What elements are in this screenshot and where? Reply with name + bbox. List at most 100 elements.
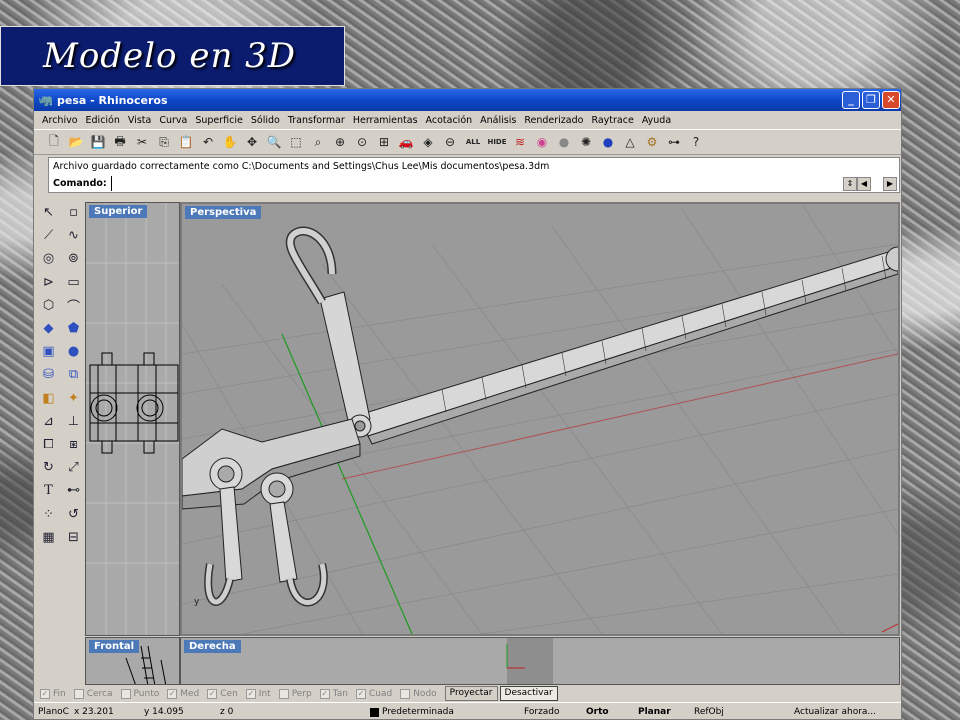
render-tool-icon[interactable]: ▦: [36, 526, 61, 549]
status-osnap-toggle[interactable]: RefObj: [694, 707, 724, 717]
viewport-label-perspective[interactable]: Perspectiva: [185, 206, 262, 219]
layers-icon[interactable]: ◈: [418, 132, 438, 152]
viewport-label-front[interactable]: Frontal: [89, 640, 140, 653]
hide-button[interactable]: HIDE: [486, 132, 508, 152]
zoom-selected-icon[interactable]: ⊕: [330, 132, 350, 152]
analyze-icon[interactable]: ↺: [61, 502, 86, 525]
menu-analisis[interactable]: Análisis: [476, 115, 520, 126]
osnap-cerca[interactable]: Cerca: [73, 688, 113, 699]
checkbox-icon[interactable]: [120, 688, 131, 699]
polygon-icon[interactable]: ⬡: [36, 294, 61, 317]
osnap-fin[interactable]: ✓ Fin: [40, 688, 66, 699]
select-arrow-icon[interactable]: ↖: [36, 201, 61, 224]
menu-transformar[interactable]: Transformar: [284, 115, 349, 126]
osnap-med[interactable]: ✓ Med: [167, 688, 199, 699]
cut-icon[interactable]: ✂: [132, 132, 152, 152]
point-icon[interactable]: ▫: [61, 201, 86, 224]
sphere-solid-icon[interactable]: ●: [61, 340, 86, 363]
osnap-perp[interactable]: Perp: [278, 688, 312, 699]
surface-icon[interactable]: ◆: [36, 317, 61, 340]
menu-renderizado[interactable]: Renderizado: [520, 115, 587, 126]
disable-osnap-button[interactable]: Desactivar: [499, 686, 558, 701]
menu-curva[interactable]: Curva: [155, 115, 191, 126]
help-button[interactable]: ?: [686, 132, 706, 152]
circle-icon[interactable]: ◎: [36, 247, 61, 270]
menu-archivo[interactable]: Archivo: [38, 115, 82, 126]
checkbox-icon[interactable]: ✓: [40, 688, 50, 699]
menu-acotacion[interactable]: Acotación: [422, 115, 477, 126]
group-icon[interactable]: ⧠: [36, 433, 61, 456]
layer-color-swatch[interactable]: [370, 708, 379, 717]
status-update-now[interactable]: Actualizar ahora...: [794, 707, 876, 717]
show-all-button[interactable]: ALL: [462, 132, 484, 152]
arc-icon[interactable]: ⊳: [36, 271, 61, 294]
checkbox-icon[interactable]: ✓: [319, 688, 330, 699]
menu-ayuda[interactable]: Ayuda: [638, 115, 675, 126]
osnap-int[interactable]: ✓ Int: [245, 688, 271, 699]
trim-icon[interactable]: ⊿: [36, 410, 61, 433]
viewport-label-right[interactable]: Derecha: [184, 640, 241, 653]
maximize-button[interactable]: ❐: [862, 91, 880, 109]
gear-options-icon[interactable]: ⚙: [642, 132, 662, 152]
close-button[interactable]: ✕: [882, 91, 900, 109]
status-ortho-toggle[interactable]: Orto: [586, 707, 609, 717]
menu-edicion[interactable]: Edición: [82, 115, 124, 126]
shaded-sphere-icon[interactable]: ●: [554, 132, 574, 152]
osnap-punto[interactable]: Punto: [120, 688, 159, 699]
minimize-button[interactable]: _: [842, 91, 860, 109]
save-icon[interactable]: 💾: [88, 132, 108, 152]
zoom-extents-icon[interactable]: ⌕: [308, 132, 328, 152]
checkbox-icon[interactable]: ✓: [355, 688, 366, 699]
viewport-label-top[interactable]: Superior: [89, 205, 148, 218]
cylinder-icon[interactable]: ⛁: [36, 363, 61, 386]
layer-stack-icon[interactable]: ≋: [510, 132, 530, 152]
rotate-icon[interactable]: ↻: [36, 456, 61, 479]
checkbox-icon[interactable]: [73, 688, 84, 699]
viewport-front[interactable]: Frontal: [85, 637, 180, 685]
transform-icon[interactable]: ⧆: [61, 433, 86, 456]
checkbox-icon[interactable]: ✓: [167, 688, 178, 699]
osnap-nodo[interactable]: Nodo: [400, 688, 437, 699]
ellipse-icon[interactable]: ⊚: [61, 247, 86, 270]
zoom-window-icon[interactable]: ⬚: [286, 132, 306, 152]
undo-icon[interactable]: ↶: [198, 132, 218, 152]
print-icon[interactable]: 🖶: [110, 132, 130, 152]
menu-vista[interactable]: Vista: [124, 115, 155, 126]
menu-raytrace[interactable]: Raytrace: [587, 115, 637, 126]
split-icon[interactable]: ⊥: [61, 410, 86, 433]
checkbox-icon[interactable]: [278, 688, 289, 699]
boolean-icon[interactable]: ◧: [36, 387, 61, 410]
checkbox-icon[interactable]: ✓: [207, 688, 218, 699]
project-button[interactable]: Proyectar: [444, 686, 498, 701]
osnap-tan[interactable]: ✓ Tan: [319, 688, 348, 699]
rectangle-icon[interactable]: ▭: [61, 271, 86, 294]
viewport-perspective[interactable]: y Perspectiva: [180, 202, 900, 636]
checkbox-icon[interactable]: [400, 688, 411, 699]
mesh-icon[interactable]: ⧉: [61, 363, 86, 386]
paste-icon[interactable]: 📋: [176, 132, 196, 152]
text-icon[interactable]: T: [36, 479, 61, 502]
scroll-right-icon[interactable]: ▶: [883, 177, 897, 191]
menu-superficie[interactable]: Superficie: [191, 115, 247, 126]
explode-icon[interactable]: ✦: [61, 387, 86, 410]
osnap-cen[interactable]: ✓ Cen: [207, 688, 238, 699]
fillet-curve-icon[interactable]: ⌒: [61, 294, 86, 317]
color-wheel-icon[interactable]: ◉: [532, 132, 552, 152]
menu-solido[interactable]: Sólido: [247, 115, 284, 126]
checkbox-icon[interactable]: ✓: [245, 688, 256, 699]
menu-herramientas[interactable]: Herramientas: [349, 115, 422, 126]
pan-hand-icon[interactable]: ✋: [220, 132, 240, 152]
window-titlebar[interactable]: 🦏 pesa - Rhinoceros _ ❐ ✕: [34, 89, 901, 111]
copy-icon[interactable]: ⎘: [154, 132, 174, 152]
array-icon[interactable]: ⁘: [36, 502, 61, 525]
scale-icon[interactable]: ⤢: [61, 456, 86, 479]
scroll-left-icon[interactable]: ◀: [857, 177, 871, 191]
osnap-cuad[interactable]: ✓ Cuad: [355, 688, 392, 699]
four-viewports-icon[interactable]: ⊞: [374, 132, 394, 152]
box-solid-icon[interactable]: ▣: [36, 340, 61, 363]
render-sphere-icon[interactable]: ✺: [576, 132, 596, 152]
command-input[interactable]: [111, 176, 821, 191]
status-planar-toggle[interactable]: Planar: [638, 707, 671, 717]
zoom-all-icon[interactable]: ⊙: [352, 132, 372, 152]
status-layer[interactable]: Predeterminada: [382, 707, 454, 717]
